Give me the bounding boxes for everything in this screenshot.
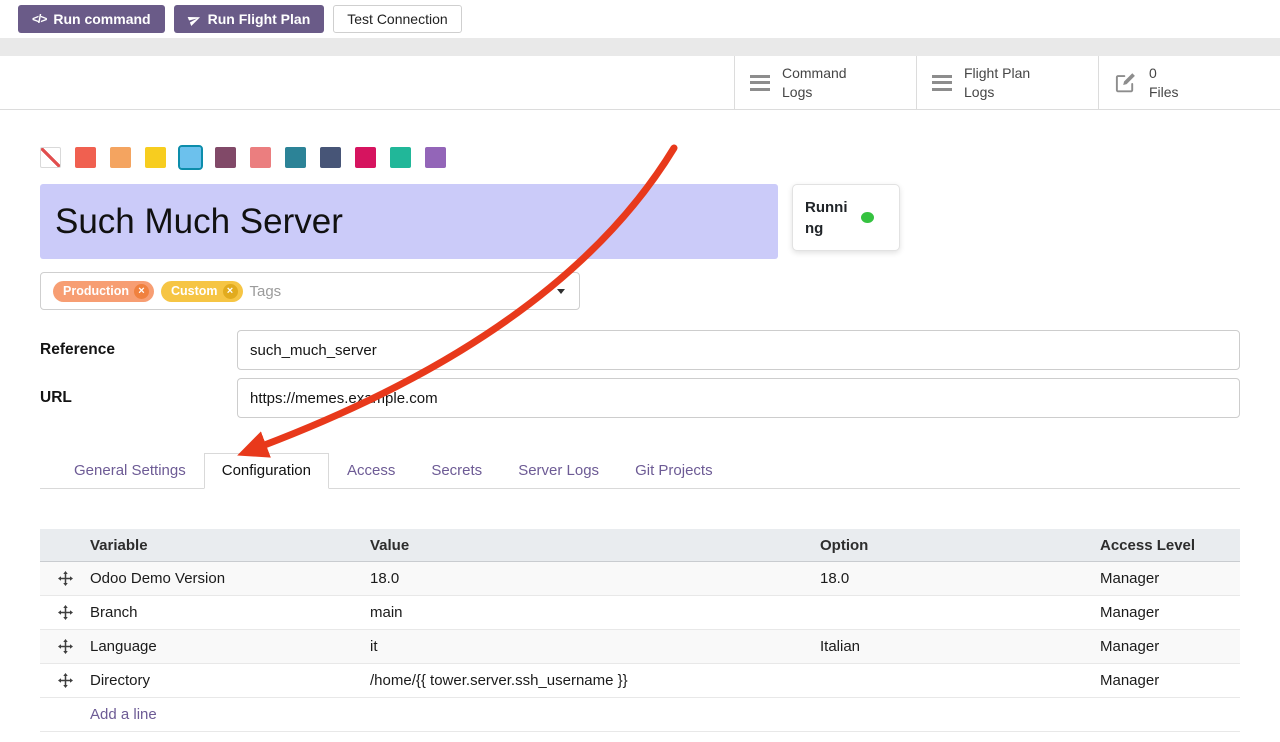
tags-placeholder: Tags [250, 283, 282, 300]
code-icon: </> [32, 13, 46, 25]
main-content: Running Production × Custom × Tags Refer… [0, 147, 1280, 732]
run-command-label: Run command [53, 12, 150, 26]
tab-server-logs[interactable]: Server Logs [500, 453, 617, 489]
flight-plan-logs-line1: Flight Plan [964, 65, 1030, 81]
remove-tag-icon[interactable]: × [223, 284, 238, 299]
color-swatch-4[interactable] [180, 147, 201, 168]
column-header-value[interactable]: Value [370, 537, 820, 554]
tags-field[interactable]: Production × Custom × Tags [40, 272, 580, 310]
tab-configuration[interactable]: Configuration [204, 453, 329, 489]
command-logs-button[interactable]: Command Logs [734, 56, 916, 109]
tab-secrets[interactable]: Secrets [413, 453, 500, 489]
color-swatch-7[interactable] [285, 147, 306, 168]
tab-access[interactable]: Access [329, 453, 413, 489]
cell-variable: Directory [90, 672, 370, 689]
separator-band [0, 38, 1280, 56]
page-header: Command Logs Flight Plan Logs 0 Files [0, 56, 1280, 110]
color-swatch-2[interactable] [110, 147, 131, 168]
cell-variable: Odoo Demo Version [90, 570, 370, 587]
url-label: URL [40, 389, 237, 407]
command-logs-line1: Command [782, 65, 847, 81]
cell-access-level: Manager [1100, 604, 1240, 621]
tag-custom[interactable]: Custom × [161, 281, 243, 302]
remove-tag-icon[interactable]: × [134, 284, 149, 299]
flight-plan-logs-label: Flight Plan Logs [964, 64, 1030, 100]
run-flight-plan-button[interactable]: Run Flight Plan [174, 5, 325, 33]
title-row: Running [40, 184, 1240, 259]
color-swatch-3[interactable] [145, 147, 166, 168]
column-header-access-level[interactable]: Access Level [1100, 537, 1240, 554]
reference-row: Reference [40, 330, 1240, 370]
test-connection-button[interactable]: Test Connection [333, 5, 461, 33]
url-row: URL [40, 378, 1240, 418]
cell-variable: Branch [90, 604, 370, 621]
cell-variable: Language [90, 638, 370, 655]
reference-input[interactable] [237, 330, 1240, 370]
bars-icon [932, 75, 952, 91]
table-row[interactable]: Odoo Demo Version 18.0 18.0 Manager [40, 562, 1240, 596]
cell-value: main [370, 604, 820, 621]
cell-access-level: Manager [1100, 672, 1240, 689]
command-logs-line2: Logs [782, 84, 812, 100]
server-form: Reference URL [40, 330, 1240, 418]
color-swatch-10[interactable] [390, 147, 411, 168]
column-header-variable[interactable]: Variable [90, 537, 370, 554]
files-button[interactable]: 0 Files [1098, 56, 1280, 109]
chevron-down-icon[interactable] [557, 289, 565, 294]
color-swatch-11[interactable] [425, 147, 446, 168]
tag-custom-label: Custom [171, 284, 218, 298]
cell-access-level: Manager [1100, 638, 1240, 655]
cell-access-level: Manager [1100, 570, 1240, 587]
tag-production[interactable]: Production × [53, 281, 154, 302]
flight-plan-logs-button[interactable]: Flight Plan Logs [916, 56, 1098, 109]
server-name-input[interactable] [40, 184, 778, 259]
table-row[interactable]: Directory /home/{{ tower.server.ssh_user… [40, 664, 1240, 698]
drag-handle-icon[interactable] [58, 639, 73, 654]
run-command-button[interactable]: </> Run command [18, 5, 165, 33]
run-flight-plan-label: Run Flight Plan [208, 12, 311, 26]
color-swatch-6[interactable] [250, 147, 271, 168]
cell-value: it [370, 638, 820, 655]
drag-handle-icon[interactable] [58, 571, 73, 586]
paper-plane-icon [188, 13, 201, 26]
files-label: 0 Files [1149, 64, 1179, 100]
tab-general-settings[interactable]: General Settings [56, 453, 204, 489]
status-card[interactable]: Running [792, 184, 900, 251]
reference-label: Reference [40, 341, 237, 359]
configuration-table: Variable Value Option Access Level Odoo … [40, 529, 1240, 732]
command-logs-label: Command Logs [782, 64, 847, 100]
tag-production-label: Production [63, 284, 129, 298]
cell-option: 18.0 [820, 570, 1100, 587]
files-count: 0 [1149, 65, 1157, 81]
add-line-row: Add a line [40, 698, 1240, 732]
drag-handle-icon[interactable] [58, 605, 73, 620]
table-header-row: Variable Value Option Access Level [40, 529, 1240, 562]
status-dot [861, 212, 874, 223]
color-swatch-5[interactable] [215, 147, 236, 168]
column-header-option[interactable]: Option [820, 537, 1100, 554]
color-swatches [40, 147, 1240, 168]
add-line-link[interactable]: Add a line [90, 706, 157, 723]
status-label: Running [805, 197, 853, 239]
color-swatch-8[interactable] [320, 147, 341, 168]
tab-git-projects[interactable]: Git Projects [617, 453, 731, 489]
drag-handle-icon[interactable] [58, 673, 73, 688]
table-row[interactable]: Language it Italian Manager [40, 630, 1240, 664]
color-swatch-1[interactable] [75, 147, 96, 168]
table-row[interactable]: Branch main Manager [40, 596, 1240, 630]
cell-option: Italian [820, 638, 1100, 655]
files-text: Files [1149, 84, 1179, 100]
edit-icon [1114, 71, 1137, 94]
tab-bar: General Settings Configuration Access Se… [40, 453, 1240, 489]
action-bar: </> Run command Run Flight Plan Test Con… [0, 0, 1280, 38]
flight-plan-logs-line2: Logs [964, 84, 994, 100]
bars-icon [750, 75, 770, 91]
cell-value: 18.0 [370, 570, 820, 587]
color-swatch-9[interactable] [355, 147, 376, 168]
url-input[interactable] [237, 378, 1240, 418]
color-swatch-0[interactable] [40, 147, 61, 168]
cell-value: /home/{{ tower.server.ssh_username }} [370, 672, 820, 689]
